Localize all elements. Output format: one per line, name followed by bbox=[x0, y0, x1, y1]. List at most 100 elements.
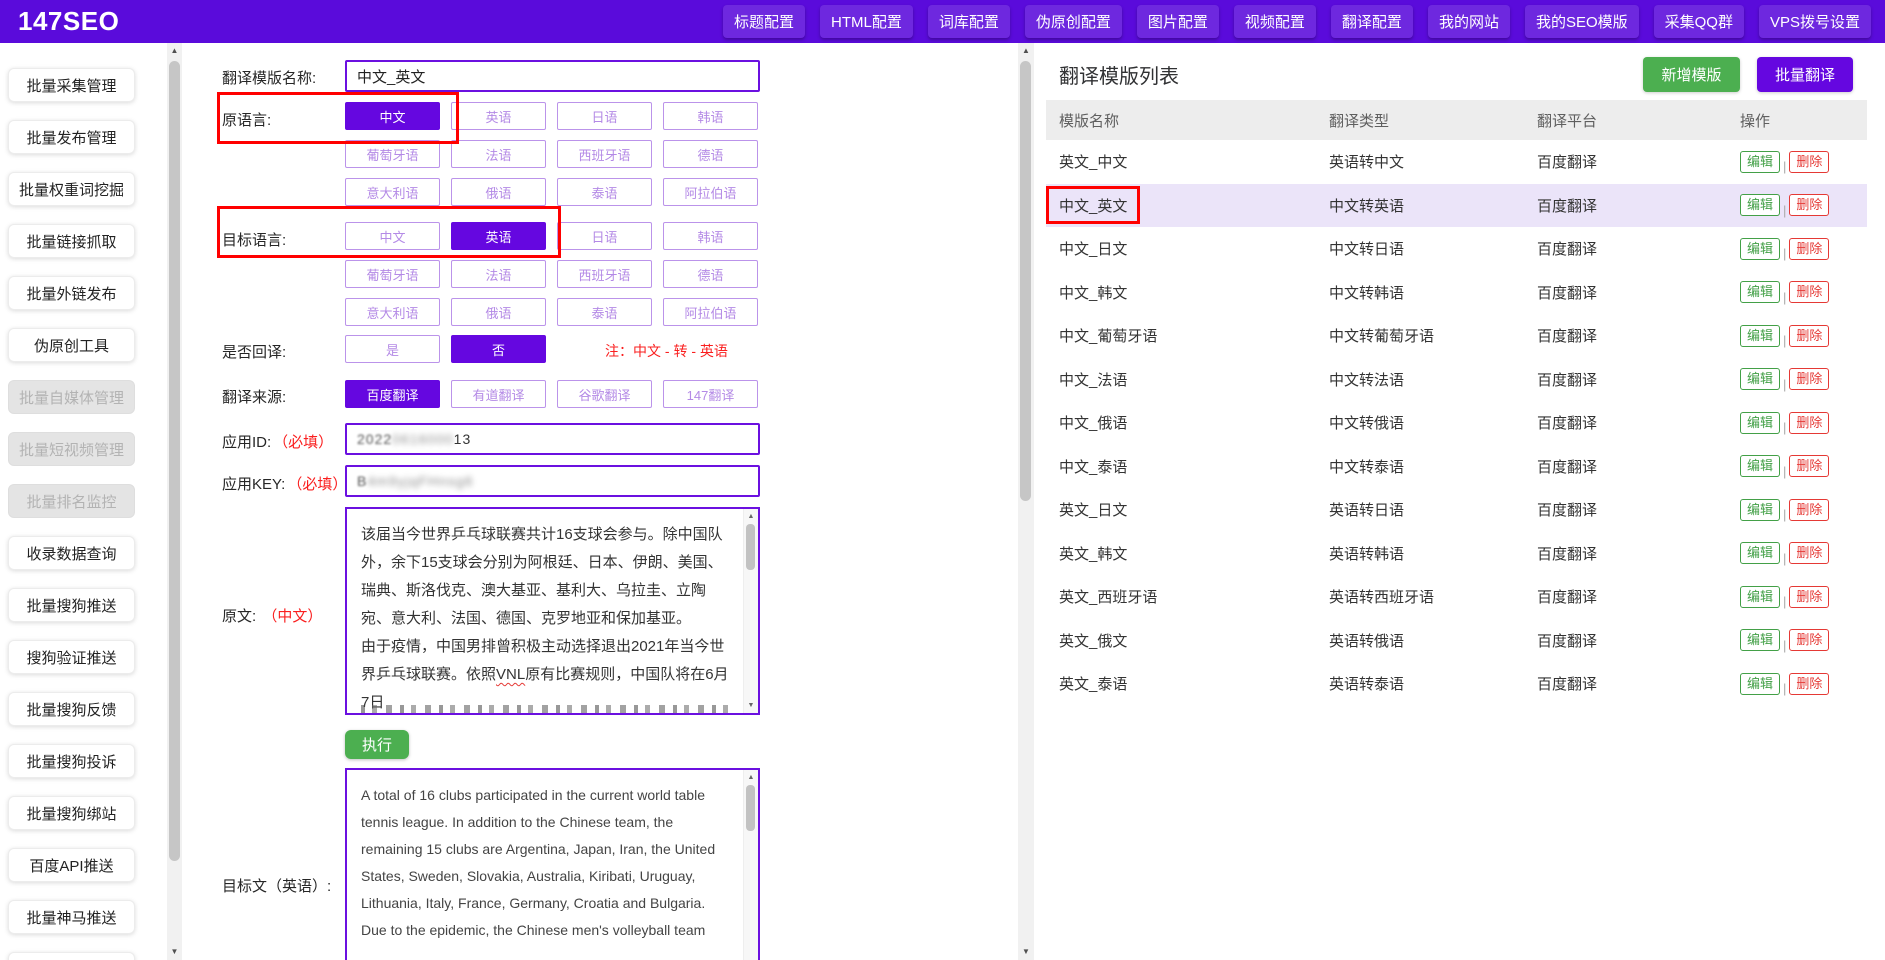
sidebar-item[interactable]: 批量发布管理 bbox=[8, 120, 135, 154]
back-translate-option[interactable]: 否 bbox=[451, 335, 546, 363]
top-menu-item[interactable]: 采集QQ群 bbox=[1654, 5, 1744, 38]
back-translate-option[interactable]: 是 bbox=[345, 335, 440, 363]
language-option[interactable]: 西班牙语 bbox=[557, 260, 652, 288]
sidebar-scrollbar[interactable]: ▲ ▼ bbox=[167, 43, 182, 960]
scroll-up-icon[interactable]: ▲ bbox=[1018, 43, 1034, 59]
top-menu-item[interactable]: 词库配置 bbox=[928, 5, 1010, 38]
top-menu-item[interactable]: 我的SEO模版 bbox=[1525, 5, 1639, 38]
language-option[interactable]: 法语 bbox=[451, 260, 546, 288]
language-option[interactable]: 俄语 bbox=[451, 298, 546, 326]
language-option[interactable]: 德语 bbox=[663, 140, 758, 168]
translate-source-option[interactable]: 谷歌翻译 bbox=[557, 380, 652, 408]
delete-button[interactable]: 删除 bbox=[1789, 673, 1829, 695]
edit-button[interactable]: 编辑 bbox=[1740, 542, 1780, 564]
scroll-up-icon[interactable]: ▲ bbox=[167, 43, 182, 59]
translate-source-option[interactable]: 147翻译 bbox=[663, 380, 758, 408]
scroll-down-icon[interactable]: ▼ bbox=[744, 699, 758, 712]
language-option[interactable]: 意大利语 bbox=[345, 178, 440, 206]
batch-translate-button[interactable]: 批量翻译 bbox=[1757, 57, 1853, 92]
sidebar-item[interactable]: 伪原创工具 bbox=[8, 328, 135, 362]
sidebar-item[interactable]: 批量搜狗推送 bbox=[8, 588, 135, 622]
language-option[interactable]: 葡萄牙语 bbox=[345, 260, 440, 288]
edit-button[interactable]: 编辑 bbox=[1740, 673, 1780, 695]
target-text-scrollbar[interactable]: ▲ ▼ bbox=[743, 770, 758, 960]
top-menu-item[interactable]: 我的网站 bbox=[1428, 5, 1510, 38]
language-option[interactable]: 泰语 bbox=[557, 178, 652, 206]
delete-button[interactable]: 删除 bbox=[1789, 542, 1829, 564]
scrollbar-thumb[interactable] bbox=[746, 524, 755, 570]
top-menu-item[interactable]: 视频配置 bbox=[1234, 5, 1316, 38]
sidebar-item[interactable]: 批量短视频管理 bbox=[8, 432, 135, 466]
sidebar-item[interactable]: 批量自媒体管理 bbox=[8, 380, 135, 414]
delete-button[interactable]: 删除 bbox=[1789, 194, 1829, 216]
source-text-scrollbar[interactable]: ▲ ▼ bbox=[743, 509, 758, 713]
language-option[interactable]: 阿拉伯语 bbox=[663, 298, 758, 326]
edit-button[interactable]: 编辑 bbox=[1740, 586, 1780, 608]
form-scrollbar[interactable]: ▲ ▼ bbox=[1018, 43, 1034, 960]
sidebar-item[interactable]: 搜狗验证推送 bbox=[8, 640, 135, 674]
language-option[interactable]: 中文 bbox=[345, 102, 440, 130]
delete-button[interactable]: 删除 bbox=[1789, 412, 1829, 434]
edit-button[interactable]: 编辑 bbox=[1740, 238, 1780, 260]
edit-button[interactable]: 编辑 bbox=[1740, 325, 1780, 347]
sidebar-item[interactable]: 收录数据查询 bbox=[8, 536, 135, 570]
sidebar-item[interactable]: 批量搜狗反馈 bbox=[8, 692, 135, 726]
form-scrollbar-thumb[interactable] bbox=[1020, 61, 1031, 501]
language-option[interactable]: 葡萄牙语 bbox=[345, 140, 440, 168]
edit-button[interactable]: 编辑 bbox=[1740, 455, 1780, 477]
delete-button[interactable]: 删除 bbox=[1789, 368, 1829, 390]
app-key-input[interactable]: B4m9yjqFHnsg6 bbox=[345, 465, 760, 497]
edit-button[interactable]: 编辑 bbox=[1740, 368, 1780, 390]
edit-button[interactable]: 编辑 bbox=[1740, 412, 1780, 434]
delete-button[interactable]: 删除 bbox=[1789, 325, 1829, 347]
sidebar-item[interactable]: 批量链接抓取 bbox=[8, 224, 135, 258]
sidebar-item[interactable]: 批量外链发布 bbox=[8, 276, 135, 310]
delete-button[interactable]: 删除 bbox=[1789, 499, 1829, 521]
edit-button[interactable]: 编辑 bbox=[1740, 629, 1780, 651]
edit-button[interactable]: 编辑 bbox=[1740, 499, 1780, 521]
language-option[interactable]: 德语 bbox=[663, 260, 758, 288]
delete-button[interactable]: 删除 bbox=[1789, 238, 1829, 260]
top-menu-item[interactable]: HTML配置 bbox=[820, 5, 913, 38]
top-menu-item[interactable]: 翻译配置 bbox=[1331, 5, 1413, 38]
source-text-area[interactable]: 该届当今世界乒乓球联赛共计16支球会参与。除中国队外，余下15支球会分别为阿根廷… bbox=[345, 507, 760, 715]
edit-button[interactable]: 编辑 bbox=[1740, 194, 1780, 216]
top-menu-item[interactable]: 伪原创配置 bbox=[1025, 5, 1122, 38]
scrollbar-thumb[interactable] bbox=[746, 785, 755, 831]
sidebar-item[interactable] bbox=[8, 952, 135, 960]
top-menu-item[interactable]: VPS拨号设置 bbox=[1759, 5, 1871, 38]
scroll-down-icon[interactable]: ▼ bbox=[1018, 944, 1034, 960]
sidebar-item[interactable]: 批量搜狗绑站 bbox=[8, 796, 135, 830]
sidebar-item[interactable]: 批量神马推送 bbox=[8, 900, 135, 934]
language-option[interactable]: 意大利语 bbox=[345, 298, 440, 326]
template-name-input[interactable] bbox=[345, 60, 760, 92]
top-menu-item[interactable]: 图片配置 bbox=[1137, 5, 1219, 38]
delete-button[interactable]: 删除 bbox=[1789, 629, 1829, 651]
scroll-up-icon[interactable]: ▲ bbox=[744, 510, 758, 523]
sidebar-item[interactable]: 批量采集管理 bbox=[8, 68, 135, 102]
app-id-input[interactable]: 2022061600013 bbox=[345, 423, 760, 455]
add-template-button[interactable]: 新增模版 bbox=[1643, 57, 1740, 92]
sidebar-item[interactable]: 批量权重词挖掘 bbox=[8, 172, 135, 206]
language-option[interactable]: 日语 bbox=[557, 222, 652, 250]
sidebar-scrollbar-thumb[interactable] bbox=[169, 61, 180, 861]
delete-button[interactable]: 删除 bbox=[1789, 281, 1829, 303]
scroll-down-icon[interactable]: ▼ bbox=[167, 944, 182, 960]
language-option[interactable]: 阿拉伯语 bbox=[663, 178, 758, 206]
scroll-up-icon[interactable]: ▲ bbox=[744, 771, 758, 784]
delete-button[interactable]: 删除 bbox=[1789, 455, 1829, 477]
delete-button[interactable]: 删除 bbox=[1789, 586, 1829, 608]
translate-source-option[interactable]: 百度翻译 bbox=[345, 380, 440, 408]
language-option[interactable]: 日语 bbox=[557, 102, 652, 130]
sidebar-item[interactable]: 百度API推送 bbox=[8, 848, 135, 882]
execute-button[interactable]: 执行 bbox=[345, 730, 409, 759]
language-option[interactable]: 泰语 bbox=[557, 298, 652, 326]
sidebar-item[interactable]: 批量排名监控 bbox=[8, 484, 135, 518]
language-option[interactable]: 俄语 bbox=[451, 178, 546, 206]
language-option[interactable]: 法语 bbox=[451, 140, 546, 168]
language-option[interactable]: 韩语 bbox=[663, 102, 758, 130]
top-menu-item[interactable]: 标题配置 bbox=[723, 5, 805, 38]
language-option[interactable]: 英语 bbox=[451, 222, 546, 250]
language-option[interactable]: 中文 bbox=[345, 222, 440, 250]
edit-button[interactable]: 编辑 bbox=[1740, 151, 1780, 173]
